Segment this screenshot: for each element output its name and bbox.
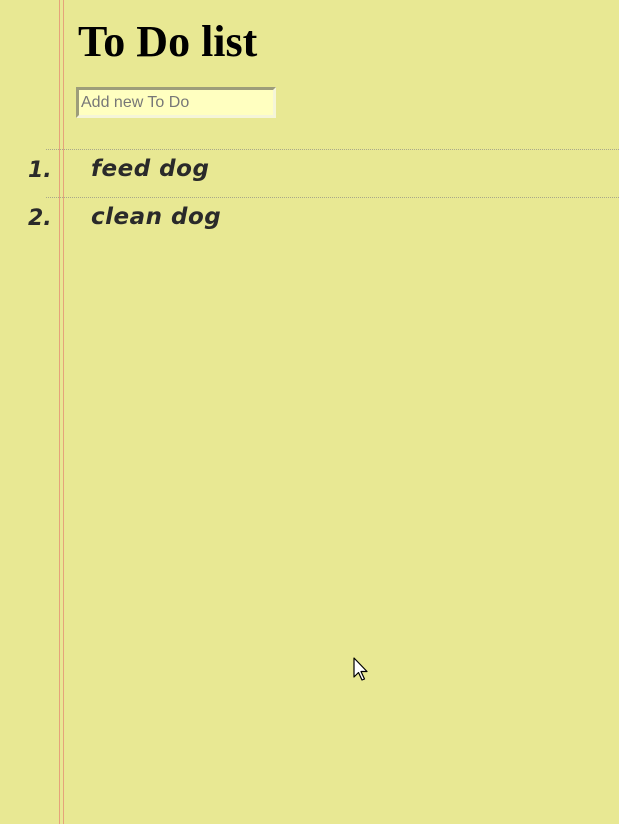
- todo-text[interactable]: clean dog: [91, 204, 221, 230]
- mouse-pointer-icon: [353, 657, 368, 681]
- todo-item[interactable]: 2. clean dog: [0, 198, 619, 246]
- todo-item[interactable]: 1. feed dog: [0, 150, 619, 198]
- todo-list: 1. feed dog 2. clean dog: [0, 150, 619, 246]
- page-title: To Do list: [78, 17, 258, 66]
- new-todo-input[interactable]: [76, 87, 276, 118]
- margin-line-left: [59, 0, 60, 824]
- notepad-page: To Do list 1. feed dog 2. clean dog: [0, 0, 619, 824]
- todo-text[interactable]: feed dog: [91, 156, 209, 182]
- todo-number: 2.: [28, 206, 52, 231]
- todo-number: 1.: [28, 158, 52, 183]
- margin-line-right: [63, 0, 64, 824]
